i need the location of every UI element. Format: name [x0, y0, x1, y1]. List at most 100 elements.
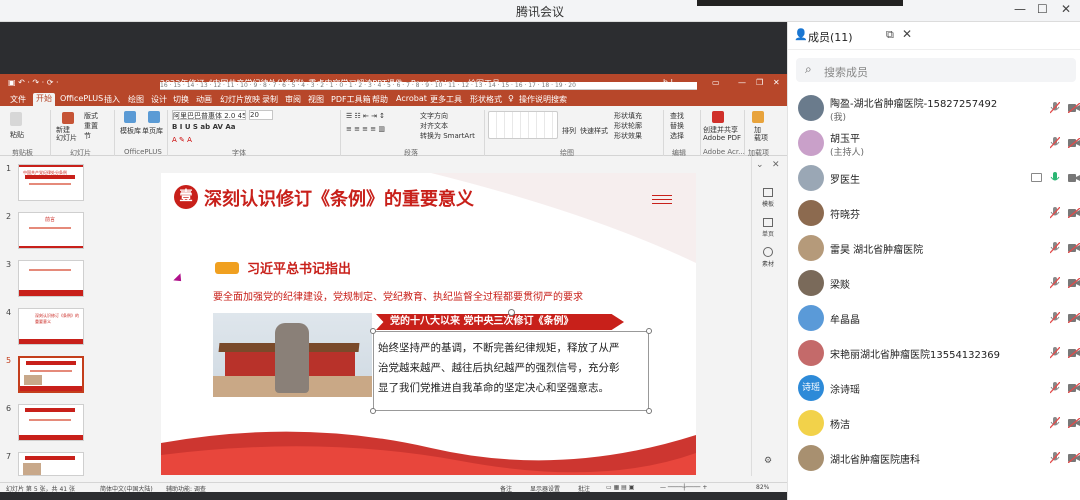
slide-thumbnail-selected[interactable] [18, 356, 84, 393]
list-icons[interactable]: ☰ ☷ ⇤ ⇥ ↕ [346, 112, 385, 120]
addin-button[interactable]: 加 载项 [754, 126, 768, 142]
microphone-icon[interactable] [1050, 102, 1060, 114]
font-size-select[interactable]: 20 [249, 110, 273, 120]
microphone-icon[interactable] [1050, 417, 1060, 429]
camera-icon[interactable] [1068, 208, 1080, 218]
slide-body-text[interactable]: 始终坚持严的基调，不断完善纪律规矩，释放了从严 治党越来越严、越往后执纪越严的强… [378, 338, 620, 398]
tab-pdf-tools[interactable]: PDF工具箱 [331, 94, 371, 105]
camera-icon[interactable] [1068, 173, 1080, 183]
slide-thumbnail[interactable]: 前言 [18, 212, 84, 249]
adobe-pdf-icon[interactable] [712, 111, 724, 123]
camera-icon[interactable] [1068, 453, 1080, 463]
member-row[interactable]: 湖北省肿瘤医院唐科 [788, 442, 1080, 476]
template-icon[interactable] [124, 111, 136, 123]
zoom-slider[interactable]: — ────┼──── + [660, 484, 707, 491]
tab-record[interactable]: 录制 [262, 94, 278, 105]
tab-officeplus[interactable]: OfficePLUS [60, 94, 103, 103]
paste-button[interactable]: 粘贴 [10, 130, 24, 140]
tab-slideshow[interactable]: 幻灯片放映 [220, 94, 260, 105]
template-library-button[interactable]: 模板库 [120, 126, 141, 136]
close-panel-icon[interactable]: ✕ [902, 27, 912, 41]
template-pane-icon[interactable] [763, 188, 773, 197]
member-row[interactable]: 梁赕 [788, 267, 1080, 301]
resize-handle[interactable] [646, 328, 652, 334]
ppt-close-icon[interactable]: ✕ [773, 78, 780, 87]
notes-button[interactable]: 备注 [500, 484, 512, 493]
smartart-button[interactable]: 转换为 SmartArt [420, 131, 475, 141]
new-slide-icon[interactable] [62, 112, 74, 124]
tell-me-search[interactable]: 操作说明搜索 [519, 94, 567, 105]
slide-thumbnail[interactable] [18, 260, 84, 297]
settings-gear-icon[interactable]: ⚙ [764, 456, 772, 466]
zoom-level[interactable]: 82% [756, 484, 769, 491]
popout-icon[interactable]: ⧉ [886, 28, 894, 42]
microphone-icon[interactable] [1050, 172, 1060, 184]
resize-handle[interactable] [646, 408, 652, 414]
view-buttons[interactable]: ▭ ▦ ▤ ▣ [606, 484, 634, 491]
resize-handle[interactable] [370, 408, 376, 414]
slide-thumbnail[interactable]: 中国共产党纪律处分条例 [18, 164, 84, 201]
tab-design[interactable]: 设计 [151, 94, 167, 105]
member-row[interactable]: 牟晶晶 [788, 302, 1080, 336]
camera-icon[interactable] [1068, 313, 1080, 323]
slide-thumbnail[interactable] [18, 404, 84, 441]
pane-close-icon[interactable]: ✕ [772, 160, 780, 170]
addin-icon[interactable] [752, 111, 764, 123]
maximize-icon[interactable]: ☐ [1037, 2, 1048, 16]
display-settings-button[interactable]: 显示器设置 [530, 484, 560, 493]
microphone-icon[interactable] [1050, 382, 1060, 394]
tab-shape-format[interactable]: 形状格式 [470, 94, 502, 105]
single-page-icon[interactable] [148, 111, 160, 123]
tab-home[interactable]: 开始 [33, 93, 55, 106]
selected-textbox[interactable]: 始终坚持严的基调，不断完善纪律规矩，释放了从严 治党越来越严、越往后执纪越严的强… [373, 331, 649, 411]
tab-draw[interactable]: 绘图 [128, 94, 144, 105]
text-direction-button[interactable]: 文字方向 [420, 111, 448, 121]
camera-icon[interactable] [1068, 383, 1080, 393]
tab-help[interactable]: 帮助 [372, 94, 388, 105]
tab-more-tools[interactable]: 更多工具 [430, 94, 462, 105]
find-button[interactable]: 查找 [670, 111, 684, 121]
member-row[interactable]: 罗医生 [788, 162, 1080, 196]
font-format-icons[interactable]: B I U S ab AV Aa [172, 123, 236, 131]
camera-icon[interactable] [1068, 138, 1080, 148]
language-status[interactable]: 简体中文(中国大陆) [100, 484, 153, 493]
slide-canvas[interactable]: 壹 深刻认识修订《条例》的重要意义 习近平总书记指出 要全面加强党的纪律建设，党… [161, 173, 696, 475]
font-color-icons[interactable]: A ✎ A [172, 136, 192, 144]
arrange-button[interactable]: 排列 [562, 126, 576, 136]
resize-handle[interactable] [370, 328, 376, 334]
autosave-icon[interactable]: ▣ ↶ · ↷ · ⟳ · [8, 78, 59, 87]
single-page-pane-icon[interactable] [763, 218, 773, 227]
microphone-icon[interactable] [1050, 242, 1060, 254]
comments-button[interactable]: 批注 [578, 484, 590, 493]
single-page-button[interactable]: 单页库 [142, 126, 163, 136]
rotate-handle[interactable] [508, 309, 515, 316]
camera-icon[interactable] [1068, 243, 1080, 253]
member-row[interactable]: 胡玉平 (主持人) [788, 127, 1080, 161]
reset-button[interactable]: 重置 [84, 121, 98, 131]
microphone-icon[interactable] [1050, 347, 1060, 359]
quick-style-button[interactable]: 快速样式 [580, 126, 608, 136]
tab-review[interactable]: 审阅 [285, 94, 301, 105]
member-row[interactable]: 宋艳丽湖北省肿瘤医院13554132369 [788, 337, 1080, 371]
align-text-button[interactable]: 对齐文本 [420, 121, 448, 131]
member-search-input[interactable]: ⌕ 搜索成员 [796, 58, 1076, 82]
new-slide-button[interactable]: 新建 幻灯片 [56, 126, 77, 142]
microphone-icon[interactable] [1050, 312, 1060, 324]
section-button[interactable]: 节 [84, 131, 91, 141]
slide-thumbnail[interactable]: 深刻认识修订《条例》的重要意义 [18, 308, 84, 345]
shapes-gallery[interactable] [488, 111, 558, 139]
shape-fill-button[interactable]: 形状填充 [614, 111, 642, 121]
member-row[interactable]: 雷昊 湖北省肿瘤医院 [788, 232, 1080, 266]
font-name-select[interactable]: 阿里巴巴普惠体 2.0 45 L [172, 110, 246, 120]
tab-insert[interactable]: 插入 [104, 94, 120, 105]
ppt-options-icon[interactable]: ▭ [712, 78, 720, 87]
shape-outline-button[interactable]: 形状轮廓 [614, 121, 642, 131]
paste-icon[interactable] [10, 112, 22, 126]
tab-file[interactable]: 文件 [10, 94, 26, 105]
minimize-icon[interactable]: — [1014, 2, 1026, 16]
camera-icon[interactable] [1068, 103, 1080, 113]
microphone-icon[interactable] [1050, 452, 1060, 464]
tab-view[interactable]: 视图 [308, 94, 324, 105]
pane-collapse-icon[interactable]: ⌄ [756, 160, 764, 170]
select-button[interactable]: 选择 [670, 131, 684, 141]
